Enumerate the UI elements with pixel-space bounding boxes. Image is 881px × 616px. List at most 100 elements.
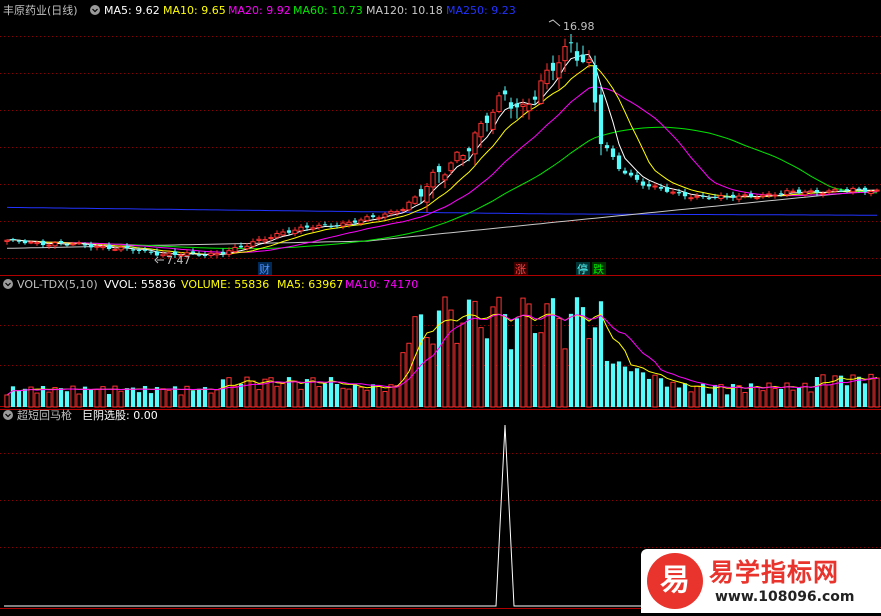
candle-body-21: [130, 249, 136, 251]
indicator-panel-dropdown-icon[interactable]: [3, 410, 13, 420]
candle-body-94: [568, 42, 574, 44]
candle-body-97: [586, 58, 592, 63]
volume-bar-42: [256, 389, 262, 408]
price-panel-dropdown-icon[interactable]: [90, 5, 100, 15]
candle-body-61: [370, 215, 376, 218]
candle-body-99: [598, 94, 604, 145]
volume-panel-dropdown-icon[interactable]: [3, 279, 13, 289]
candle-body-80: [484, 115, 490, 123]
volume-bar-128: [772, 388, 778, 408]
candle-body-76: [460, 155, 466, 160]
candle-body-141: [850, 187, 856, 193]
candle-body-103: [622, 170, 628, 174]
candle-body-101: [610, 148, 616, 157]
candle-body-22: [136, 249, 142, 251]
volume-bar-12: [76, 393, 82, 408]
candle-body-48: [292, 229, 298, 235]
ma5-legend: MA5: 9.62: [104, 4, 160, 17]
candle-body-23: [142, 249, 148, 251]
volume-panel-header: VOL-TDX(5,10) VVOL: 55836 VOLUME: 55836 …: [3, 278, 418, 291]
candle-body-7: [46, 244, 52, 247]
candle-body-82: [496, 95, 502, 112]
volume-bar-142: [856, 376, 862, 407]
volume-bar-14: [88, 389, 94, 407]
low-price-pointer: [154, 256, 164, 264]
candle-body-142: [856, 188, 862, 190]
volume-bar-64: [388, 384, 394, 408]
candle-body-92: [556, 62, 562, 79]
candle-body-1: [10, 238, 16, 240]
ma120-legend: MA120: 10.18: [366, 4, 443, 17]
volume-bar-57: [346, 388, 352, 408]
volume-bar-1: [10, 386, 16, 407]
candle-body-42: [256, 238, 262, 241]
candle-body-127: [766, 193, 772, 196]
candle-body-119: [718, 195, 724, 200]
candle-body-137: [826, 190, 832, 193]
volume-legend: VOLUME: 55836: [181, 278, 269, 291]
volume-bar-95: [574, 297, 580, 407]
watermark-logo: 易: [647, 553, 703, 609]
volume-bar-2: [16, 390, 22, 407]
candle-body-124: [748, 193, 754, 197]
candle-body-143: [862, 187, 868, 192]
price-panel-header: 丰原药业(日线) MA5: 9.62 MA10: 9.65 MA20: 9.92…: [3, 3, 516, 17]
candle-body-111: [670, 191, 676, 194]
volume-bar-19: [118, 390, 124, 408]
volume-bar-114: [688, 391, 694, 408]
candle-body-106: [640, 181, 646, 186]
volume-bar-98: [592, 327, 598, 407]
candle-body-98: [592, 65, 598, 103]
volume-bar-82: [496, 296, 502, 408]
volume-bar-136: [820, 374, 826, 408]
candle-body-44: [268, 237, 274, 240]
volume-bar-84: [508, 349, 514, 407]
candle-body-89: [538, 80, 544, 104]
candle-body-112: [676, 192, 682, 194]
candle-body-68: [412, 196, 418, 204]
candle-body-134: [808, 190, 814, 193]
volume-bar-49: [298, 388, 304, 408]
vol-ma10-legend: MA10: 74170: [345, 278, 418, 291]
volume-bar-50: [304, 379, 310, 407]
candle-body-87: [526, 103, 532, 112]
volume-bar-36: [220, 379, 226, 407]
candle-body-58: [352, 220, 358, 223]
volume-bar-123: [742, 391, 748, 408]
candle-body-131: [790, 190, 796, 193]
volume-bar-32: [196, 388, 202, 407]
candle-body-37: [226, 250, 232, 255]
volume-bar-129: [778, 388, 784, 407]
candle-body-43: [262, 239, 268, 242]
candle-body-46: [280, 231, 286, 236]
candle-body-18: [112, 248, 118, 251]
candle-body-38: [232, 246, 238, 253]
candle-body-60: [364, 216, 370, 221]
volume-bar-90: [544, 303, 550, 408]
candle-body-90: [544, 69, 550, 85]
candle-body-63: [382, 213, 388, 218]
volume-bar-31: [190, 390, 196, 407]
volume-bar-0: [4, 394, 10, 408]
volume-bar-37: [226, 377, 232, 408]
volume-bar-75: [454, 342, 460, 408]
volume-bar-104: [628, 371, 634, 407]
volume-bar-92: [556, 318, 562, 408]
candle-body-10: [64, 244, 70, 246]
candle-body-136: [820, 192, 826, 195]
volume-bar-80: [484, 338, 490, 407]
high-price-pointer: [548, 19, 561, 27]
volume-bar-3: [22, 388, 28, 407]
volume-bar-35: [214, 389, 220, 408]
price-panel-title: 丰原药业(日线): [3, 3, 78, 17]
candle-body-70: [424, 185, 430, 203]
marker-ting: 停: [577, 262, 588, 276]
volume-bar-46: [280, 383, 286, 408]
candle-body-74: [448, 162, 454, 172]
volume-bar-34: [208, 392, 214, 408]
ma250-legend: MA250: 9.23: [446, 4, 516, 17]
candle-body-62: [376, 217, 382, 220]
candle-body-129: [778, 193, 784, 195]
volume-bar-106: [640, 372, 646, 407]
volume-bar-8: [52, 387, 58, 408]
